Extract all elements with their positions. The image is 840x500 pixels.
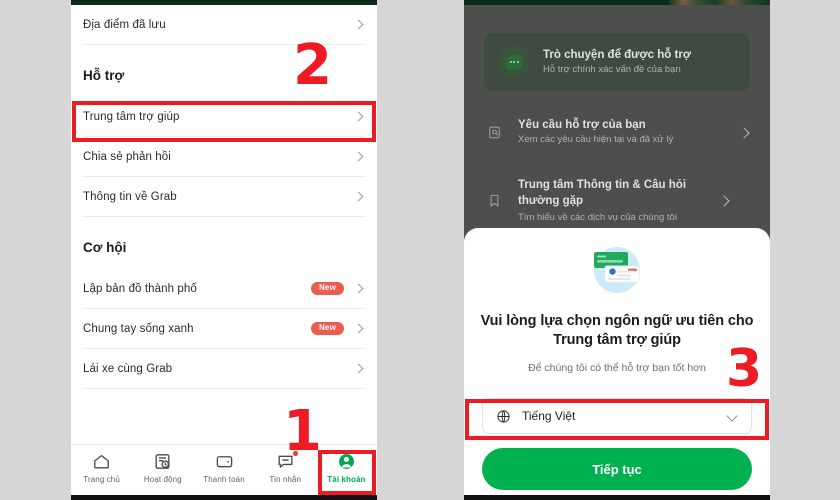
chat-card-title: Trò chuyện để được hỗ trợ <box>543 49 692 61</box>
ticket-icon <box>484 125 504 140</box>
tab-home[interactable]: Trang chủ <box>71 452 132 484</box>
list-item-info-faq-center[interactable]: Trung tâm Thông tin & Câu hỏi thường gặp… <box>484 177 750 223</box>
list-item-label: Trung tâm trợ giúp <box>83 110 180 123</box>
list-item-city-mapping[interactable]: Lập bản đồ thành phố New <box>83 269 365 309</box>
chevron-right-icon <box>353 283 365 295</box>
phone-screen-right: Trò chuyện để được hỗ trợ Hỗ trợ chính x… <box>464 0 770 500</box>
chevron-right-icon <box>738 126 750 138</box>
chat-bubble-icon <box>498 46 530 78</box>
list-item-label: Thông tin về Grab <box>83 190 177 203</box>
tab-label: Tài khoản <box>327 475 366 484</box>
continue-button[interactable]: Tiếp tục <box>482 448 752 490</box>
chevron-right-icon <box>353 191 365 203</box>
chat-support-card[interactable]: Trò chuyện để được hỗ trợ Hỗ trợ chính x… <box>484 33 750 91</box>
chevron-right-icon <box>353 323 365 335</box>
list-item-label: Lái xe cùng Grab <box>83 362 173 375</box>
list-item-saved-places[interactable]: Địa điểm đã lưu <box>83 5 365 45</box>
list-item-help-center[interactable]: Trung tâm trợ giúp <box>83 97 365 137</box>
tab-label: Trang chủ <box>83 475 120 484</box>
account-settings-list: Địa điểm đã lưu Hỗ trợ Trung tâm trợ giú… <box>71 5 377 444</box>
status-badge-new: New <box>310 321 344 336</box>
language-select-dropdown[interactable]: Tiếng Việt <box>482 398 752 434</box>
section-heading-opportunity: Cơ hội <box>83 239 127 255</box>
tab-label: Tin nhắn <box>269 475 302 484</box>
chat-card-subtitle: Hỗ trợ chính xác vấn đề của bạn <box>543 64 681 75</box>
list-item-your-requests[interactable]: Yêu cầu hỗ trợ của bạn Xem các yêu cầu h… <box>484 119 750 145</box>
chevron-right-icon <box>718 194 730 206</box>
home-indicator-strip-right <box>464 495 770 500</box>
tab-label: Hoạt động <box>143 475 182 484</box>
language-selection-bottom-sheet: Vui lòng lựa chọn ngôn ngữ ưu tiên cho T… <box>464 228 770 495</box>
phone-screen-left: Địa điểm đã lưu Hỗ trợ Trung tâm trợ giú… <box>71 0 377 500</box>
tab-account[interactable]: Tài khoản <box>316 452 377 484</box>
list-item-about-grab[interactable]: Thông tin về Grab <box>83 177 365 217</box>
chevron-right-icon <box>353 111 365 123</box>
chevron-down-icon <box>726 410 738 422</box>
section-heading-support: Hỗ trợ <box>83 67 125 83</box>
list-item-subtitle: Tìm hiểu về các dịch vụ của chúng tôi <box>518 212 677 224</box>
globe-icon <box>497 409 510 423</box>
chat-cards-illustration <box>594 247 640 293</box>
status-badge-new: New <box>310 281 344 296</box>
activity-icon <box>155 454 170 469</box>
language-select-value: Tiếng Việt <box>522 409 576 423</box>
bookmark-icon <box>484 193 504 208</box>
list-item-drive-with-grab[interactable]: Lái xe cùng Grab <box>83 349 365 389</box>
message-icon <box>278 455 293 468</box>
chevron-right-icon <box>353 363 365 375</box>
list-item-label: Chung tay sống xanh <box>83 322 194 335</box>
account-icon <box>338 454 354 469</box>
list-item-label: Địa điểm đã lưu <box>83 18 166 31</box>
list-item-label: Chia sẻ phản hồi <box>83 150 171 163</box>
wallet-icon <box>216 456 232 468</box>
tab-label: Thanh toán <box>203 475 245 484</box>
screenshot-stage: Địa điểm đã lưu Hỗ trợ Trung tâm trợ giú… <box>0 0 840 500</box>
chevron-right-icon <box>353 151 365 163</box>
sheet-subtitle: Để chúng tôi có thể hỗ trợ bạn tốt hơn <box>528 362 706 374</box>
tab-activity[interactable]: Hoạt động <box>132 452 193 484</box>
chevron-right-icon <box>353 19 365 31</box>
sheet-title: Vui lòng lựa chọn ngôn ngữ ưu tiên cho T… <box>480 313 754 349</box>
home-icon <box>94 454 109 469</box>
tab-messages[interactable]: Tin nhắn <box>255 451 316 484</box>
notification-dot-icon <box>293 451 298 456</box>
list-item-share-feedback[interactable]: Chia sẻ phản hồi <box>83 137 365 177</box>
list-item-subtitle: Xem các yêu cầu hiện tại và đã xử lý <box>518 134 674 145</box>
list-item-title: Yêu cầu hỗ trợ của bạn <box>518 119 646 131</box>
list-item-green-living[interactable]: Chung tay sống xanh New <box>83 309 365 349</box>
list-item-label: Lập bản đồ thành phố <box>83 282 197 295</box>
bottom-tab-bar: Trang chủ Hoạt động Thanh toán Tin nhắn … <box>71 444 377 495</box>
home-indicator-strip-left <box>71 495 377 500</box>
tab-payment[interactable]: Thanh toán <box>193 452 254 484</box>
list-item-title: Trung tâm Thông tin & Câu hỏi thường gặp <box>518 179 687 208</box>
